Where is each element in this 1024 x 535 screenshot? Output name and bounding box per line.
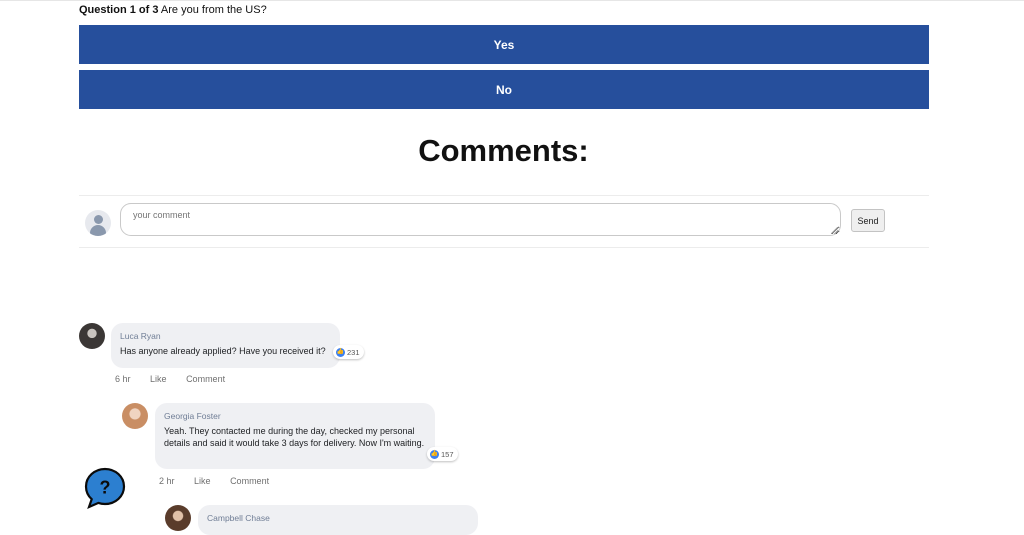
comment-bubble: Campbell Chase [198, 505, 478, 535]
like-count: 231 [347, 347, 360, 357]
question-header: Question 1 of 3 Are you from the US? [79, 4, 267, 16]
like-count: 157 [441, 449, 454, 459]
comment-input[interactable] [120, 203, 841, 236]
thumbs-up-icon: 👍 [430, 449, 439, 459]
comment-time: 6 hr [115, 374, 131, 384]
answer-yes-button[interactable]: Yes [79, 25, 929, 64]
comment-bubble: Georgia Foster Yeah. They contacted me d… [155, 403, 435, 469]
help-question-icon[interactable]: ? [83, 466, 127, 510]
like-link[interactable]: Like [194, 476, 211, 486]
like-count-badge: 👍 157 [427, 447, 458, 461]
comment-text: Has anyone already applied? Have you rec… [120, 346, 326, 356]
reply-comment-link[interactable]: Comment [230, 476, 269, 486]
question-counter: Question 1 of 3 [79, 4, 159, 16]
comment-author[interactable]: Georgia Foster [164, 411, 426, 422]
svg-text:?: ? [100, 478, 111, 498]
like-count-badge: 👍 231 [333, 345, 364, 359]
comment-author[interactable]: Campbell Chase [207, 513, 469, 524]
textarea-resize-handle[interactable] [831, 227, 838, 234]
user-placeholder-icon [85, 210, 111, 236]
comment-bubble: Luca Ryan Has anyone already applied? Ha… [111, 323, 340, 368]
like-link[interactable]: Like [150, 374, 167, 384]
send-button[interactable]: Send [851, 209, 885, 232]
answer-no-button[interactable]: No [79, 70, 929, 109]
comment-actions: 2 hr Like Comment [159, 476, 286, 486]
comments-title: Comments: [418, 133, 589, 168]
reply-comment-link[interactable]: Comment [186, 374, 225, 384]
avatar[interactable] [122, 403, 148, 429]
avatar[interactable] [79, 323, 105, 349]
top-divider [0, 0, 1024, 1]
comment-time: 2 hr [159, 476, 175, 486]
comment-text: Yeah. They contacted me during the day, … [164, 426, 425, 448]
thumbs-up-icon: 👍 [336, 347, 345, 357]
comment-actions: 6 hr Like Comment [115, 374, 242, 384]
avatar[interactable] [165, 505, 191, 531]
comment-author[interactable]: Luca Ryan [120, 331, 331, 342]
question-text: Are you from the US? [160, 4, 267, 16]
